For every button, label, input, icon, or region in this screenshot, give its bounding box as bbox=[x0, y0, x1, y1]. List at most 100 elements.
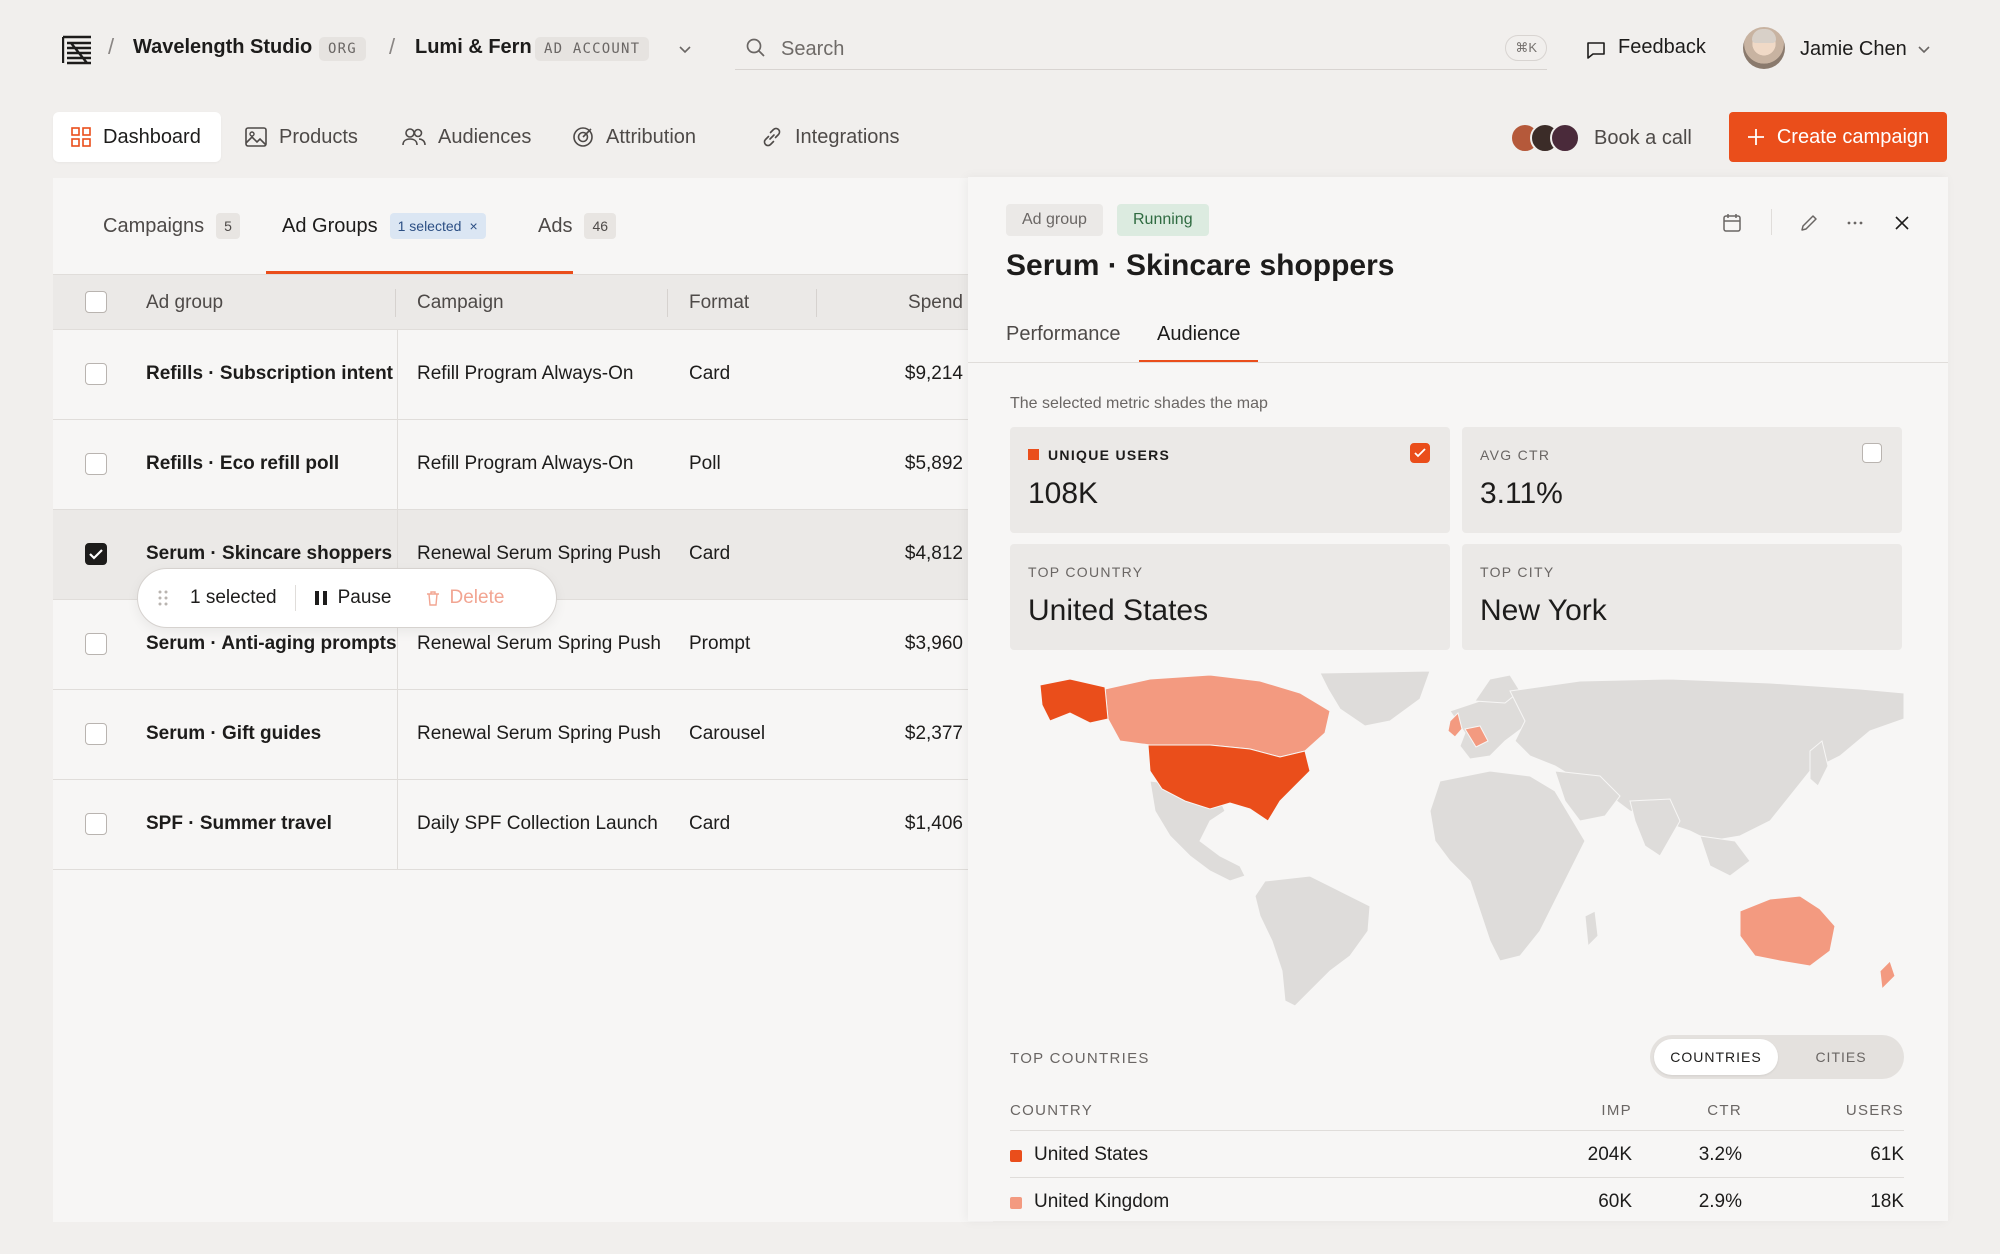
column-header-ad-group[interactable]: Ad group bbox=[146, 292, 223, 314]
select-all-checkbox[interactable] bbox=[85, 291, 107, 313]
country-imp: 204K bbox=[1587, 1144, 1632, 1165]
calendar-icon[interactable] bbox=[1722, 213, 1742, 233]
metric-label: TOP COUNTRY bbox=[1028, 564, 1144, 580]
tab-campaigns[interactable]: Campaigns 5 bbox=[87, 178, 256, 274]
country-name: United Kingdom bbox=[1034, 1191, 1170, 1212]
nav-attribution-label: Attribution bbox=[606, 125, 697, 148]
table-row[interactable]: Serum · Gift guides Renewal Serum Spring… bbox=[53, 690, 993, 780]
bulk-selected-count: 1 selected bbox=[190, 587, 277, 608]
campaigns-count-badge: 5 bbox=[216, 213, 240, 239]
nav-dashboard-label: Dashboard bbox=[103, 125, 201, 148]
user-avatar[interactable] bbox=[1743, 27, 1785, 69]
row-checkbox-checked[interactable] bbox=[85, 543, 107, 565]
campaign-name: Renewal Serum Spring Push bbox=[417, 723, 661, 744]
southeast-asia-shape bbox=[1699, 835, 1751, 877]
nav-dashboard[interactable]: Dashboard bbox=[53, 112, 221, 162]
nav-attribution[interactable]: Attribution bbox=[554, 112, 714, 162]
tab-ads[interactable]: Ads 46 bbox=[522, 178, 632, 274]
metric-value: New York bbox=[1480, 594, 1607, 627]
close-icon[interactable] bbox=[1892, 213, 1912, 233]
delete-label: Delete bbox=[449, 587, 505, 608]
table-divider bbox=[1010, 1130, 1904, 1131]
ad-group-name[interactable]: Serum · Skincare shoppers bbox=[146, 543, 392, 565]
table-row[interactable]: SPF · Summer travel Daily SPF Collection… bbox=[53, 780, 993, 870]
spend-value: $9,214 bbox=[904, 363, 963, 384]
tab-performance[interactable]: Performance bbox=[988, 309, 1139, 363]
column-divider[interactable] bbox=[667, 289, 668, 317]
format-value: Prompt bbox=[689, 633, 751, 654]
wavelength-logo-icon[interactable] bbox=[62, 35, 92, 65]
ad-groups-table-card: Campaigns 5 Ad Groups 1 selected × Ads 4… bbox=[53, 178, 993, 1222]
user-chevron-down-icon[interactable] bbox=[1916, 41, 1932, 57]
column-header-format[interactable]: Format bbox=[689, 292, 749, 314]
world-map[interactable] bbox=[1010, 671, 1904, 1011]
status-badge: Running bbox=[1117, 204, 1209, 236]
column-header-spend[interactable]: Spend bbox=[893, 292, 963, 314]
account-tag: AD ACCOUNT bbox=[535, 37, 650, 61]
pause-icon bbox=[314, 591, 327, 605]
clear-selection-close-icon[interactable]: × bbox=[469, 213, 477, 239]
search-input[interactable]: Search bbox=[781, 38, 844, 61]
ad-group-name[interactable]: Refills · Eco refill poll bbox=[146, 453, 339, 475]
drag-handle-icon[interactable] bbox=[158, 590, 168, 606]
plus-icon bbox=[1747, 128, 1765, 146]
table-row[interactable]: Refills · Subscription intent Refill Pro… bbox=[53, 330, 993, 420]
metric-card-top-city: TOP CITY New York bbox=[1462, 544, 1902, 650]
country-imp: 60K bbox=[1598, 1191, 1632, 1212]
create-campaign-button[interactable]: Create campaign bbox=[1729, 112, 1947, 162]
toggle-cities[interactable]: CITIES bbox=[1782, 1039, 1900, 1075]
row-checkbox[interactable] bbox=[85, 813, 107, 835]
spend-value: $3,960 bbox=[904, 633, 963, 654]
country-row[interactable]: United Kingdom 60K 2.9% 18K bbox=[1010, 1183, 1904, 1229]
image-icon bbox=[245, 127, 267, 147]
feedback-button[interactable]: Feedback bbox=[1618, 36, 1706, 59]
ad-group-name[interactable]: Refills · Subscription intent bbox=[146, 363, 393, 385]
metric-checkbox[interactable] bbox=[1862, 443, 1882, 463]
tab-audience[interactable]: Audience bbox=[1139, 309, 1259, 363]
metric-card-avg-ctr[interactable]: AVG CTR 3.11% bbox=[1462, 427, 1902, 533]
metric-label: TOP CITY bbox=[1480, 564, 1555, 580]
ad-group-name[interactable]: SPF · Summer travel bbox=[146, 813, 332, 835]
toggle-countries[interactable]: COUNTRIES bbox=[1654, 1039, 1778, 1075]
users-icon bbox=[402, 127, 426, 147]
country-ctr: 2.9% bbox=[1698, 1191, 1742, 1212]
format-value: Card bbox=[689, 363, 731, 384]
row-checkbox[interactable] bbox=[85, 453, 107, 475]
search-icon bbox=[745, 37, 767, 59]
metric-value: 108K bbox=[1028, 477, 1099, 510]
search-bar[interactable]: Search ⌘K bbox=[735, 30, 1547, 70]
selection-badge: 1 selected × bbox=[389, 213, 486, 239]
row-checkbox[interactable] bbox=[85, 633, 107, 655]
column-divider[interactable] bbox=[816, 289, 817, 317]
country-name: United States bbox=[1034, 1144, 1149, 1165]
pause-button[interactable]: Pause bbox=[314, 587, 392, 609]
ad-group-name[interactable]: Serum · Gift guides bbox=[146, 723, 321, 745]
column-divider[interactable] bbox=[395, 289, 396, 317]
delete-button[interactable]: Delete bbox=[426, 587, 505, 609]
campaign-name: Refill Program Always-On bbox=[417, 453, 634, 474]
row-checkbox[interactable] bbox=[85, 363, 107, 385]
account-name[interactable]: Lumi & Fern bbox=[415, 36, 532, 59]
metric-card-unique-users[interactable]: UNIQUE USERS 108K bbox=[1010, 427, 1450, 533]
org-name[interactable]: Wavelength Studio bbox=[133, 36, 312, 59]
tab-campaigns-label: Campaigns bbox=[103, 214, 205, 237]
book-a-call-button[interactable]: Book a call bbox=[1510, 120, 1692, 156]
team-avatar bbox=[1550, 123, 1580, 153]
nav-products[interactable]: Products bbox=[227, 112, 376, 162]
more-options-icon[interactable] bbox=[1845, 213, 1865, 233]
row-checkbox[interactable] bbox=[85, 723, 107, 745]
trash-icon bbox=[426, 591, 439, 606]
account-chevron-down-icon[interactable] bbox=[677, 41, 693, 57]
ads-count-badge: 46 bbox=[584, 213, 617, 239]
table-row[interactable]: Refills · Eco refill poll Refill Program… bbox=[53, 420, 993, 510]
column-header-campaign[interactable]: Campaign bbox=[417, 292, 504, 314]
country-row[interactable]: United States 204K 3.2% 61K bbox=[1010, 1136, 1904, 1182]
list-tabs: Campaigns 5 Ad Groups 1 selected × Ads 4… bbox=[53, 178, 993, 274]
nav-integrations[interactable]: Integrations bbox=[743, 112, 918, 162]
feedback-icon[interactable] bbox=[1586, 40, 1606, 60]
pencil-icon[interactable] bbox=[1799, 213, 1819, 233]
metric-checkbox-checked[interactable] bbox=[1410, 443, 1430, 463]
nav-audiences[interactable]: Audiences bbox=[384, 112, 549, 162]
user-name[interactable]: Jamie Chen bbox=[1800, 38, 1907, 61]
ad-group-name[interactable]: Serum · Anti-aging prompts bbox=[146, 633, 397, 655]
